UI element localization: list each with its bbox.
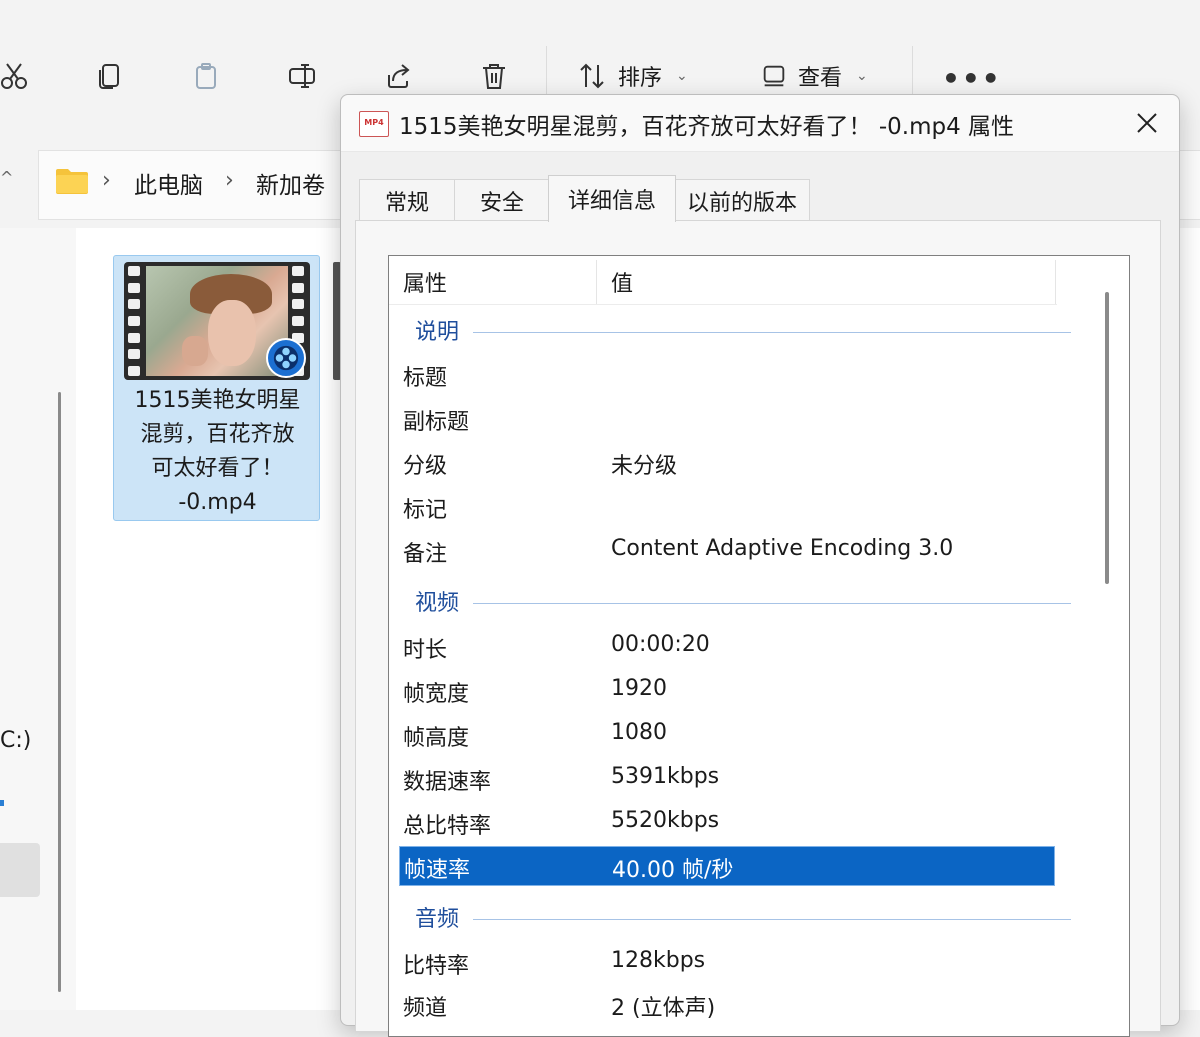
close-button[interactable] [1127,105,1167,141]
group-label: 音频 [415,907,460,932]
property-row[interactable]: 备注 Content Adaptive Encoding 3.0 [389,530,1079,574]
property-name: 时长 [403,638,448,663]
property-name: 副标题 [403,410,470,435]
column-header-value[interactable]: 值 [611,266,633,298]
property-value: Content Adaptive Encoding 3.0 [611,536,954,561]
property-value: 5520kbps [611,808,720,833]
property-row[interactable]: 时长 00:00:20 [389,626,1079,670]
property-name: 数据速率 [403,770,492,795]
property-name: 分级 [403,454,448,479]
folder-icon [55,167,89,195]
breadcrumb-this-pc[interactable]: 此电脑 [134,166,203,200]
dialog-title: 1515美艳女明星混剪，百花齐放可太好看了！ -0.mp4 属性 [399,114,1015,140]
media-player-icon [266,338,306,378]
column-header: 属性 值 [389,256,1057,305]
tab-previous-versions[interactable]: 以前的版本 [674,179,810,221]
expand-caret-icon[interactable]: ^ [0,168,13,187]
file-item-video[interactable]: 1515美艳女明星 混剪，百花齐放 可太好看了！ -0.mp4 [113,255,320,521]
property-row[interactable]: 帧宽度 1920 [389,670,1079,714]
delete-icon[interactable] [476,58,512,94]
property-row-selected[interactable]: 帧速率 40.00 帧/秒 [399,846,1055,886]
property-value: 1920 [611,676,667,701]
property-value: 128kbps [611,948,706,973]
property-row[interactable]: 标题 [389,354,1079,398]
group-video: 视频 [389,581,1079,621]
property-row[interactable]: 标记 [389,486,1079,530]
property-name: 频道 [403,996,448,1021]
paste-icon[interactable] [188,58,224,94]
more-options-button[interactable]: ••• [942,62,1002,95]
property-row[interactable]: 总比特率 5520kbps [389,802,1079,846]
property-name: 帧宽度 [403,682,470,707]
property-value: 2 (立体声) [611,996,716,1021]
file-name-line: -0.mp4 [178,490,257,515]
property-name: 标记 [403,498,448,523]
dialog-titlebar[interactable]: MP4 1515美艳女明星混剪，百花齐放可太好看了！ -0.mp4 属性 [341,95,1179,152]
film-strip-left [128,266,142,376]
list-scrollbar[interactable] [1105,292,1109,584]
file-name-line: 混剪，百花齐放 [140,422,295,447]
view-icon [763,65,785,87]
property-row[interactable]: 帧高度 1080 [389,714,1079,758]
chevron-down-icon: ⌄ [676,68,688,84]
file-name-line: 1515美艳女明星 [134,388,301,413]
mp4-file-icon: MP4 [359,111,389,137]
group-description: 说明 [389,310,1079,350]
column-header-property[interactable]: 属性 [403,266,447,298]
property-row[interactable]: 数据速率 5391kbps [389,758,1079,802]
file-name-line: 可太好看了！ [151,456,284,481]
group-label: 视频 [415,591,460,616]
property-name: 帧速率 [404,858,471,883]
property-value: 1080 [611,720,667,745]
property-name: 标题 [403,366,448,391]
property-row[interactable]: 频道 2 (立体声) [389,984,1079,1028]
breadcrumb-separator: › [102,168,111,193]
property-name: 备注 [403,542,448,567]
properties-dialog: MP4 1515美艳女明星混剪，百花齐放可太好看了！ -0.mp4 属性 常规 … [340,94,1180,1037]
property-value: 5391kbps [611,764,720,789]
view-button[interactable]: 查看 ⌄ [760,58,868,94]
nav-item-selected[interactable] [0,843,40,897]
sort-button[interactable]: 排序 ⌄ [578,58,688,94]
details-panel: 属性 值 说明 标题 副标题 分级 未分级 标记 备注 Content Adap… [355,220,1161,1037]
tab-security[interactable]: 安全 [454,179,550,221]
property-value: 未分级 [611,454,678,479]
property-name: 帧高度 [403,726,470,751]
property-row[interactable]: 副标题 [389,398,1079,442]
breadcrumb-separator: › [225,168,234,193]
share-icon[interactable] [380,58,416,94]
property-row[interactable]: 比特率 128kbps [389,942,1079,986]
copy-icon[interactable] [92,58,128,94]
property-row[interactable]: 分级 未分级 [389,442,1079,486]
sort-icon [580,63,604,89]
group-label: 说明 [415,320,460,345]
cut-icon[interactable] [0,58,32,94]
chevron-down-icon: ⌄ [856,68,868,84]
breadcrumb-new-volume[interactable]: 新加卷 [256,166,325,200]
property-value: 40.00 帧/秒 [612,858,734,883]
group-audio: 音频 [389,897,1079,937]
property-list[interactable]: 属性 值 说明 标题 副标题 分级 未分级 标记 备注 Content Adap… [388,255,1130,1037]
nav-indicator [0,800,4,806]
property-name: 总比特率 [403,814,492,839]
sort-label: 排序 [618,66,663,91]
property-name: 比特率 [403,954,470,979]
tab-details[interactable]: 详细信息 [548,175,676,222]
close-icon [1137,113,1157,133]
tab-general[interactable]: 常规 [359,179,455,221]
nav-scrollbar[interactable] [58,392,61,992]
view-label: 查看 [798,66,843,91]
file-name: 1515美艳女明星 混剪，百花齐放 可太好看了！ -0.mp4 [118,384,317,520]
nav-item-drive-c[interactable]: C:) [0,728,31,753]
rename-icon[interactable] [284,58,320,94]
property-value: 00:00:20 [611,632,710,657]
